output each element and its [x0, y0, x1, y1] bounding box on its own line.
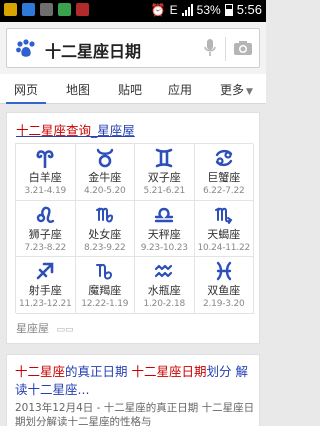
zodiac-grid: 白羊座 3.21-4.19 金牛座 4.20-5.20 双子座 5.21-6.2…	[15, 143, 254, 314]
result-2-snippet: 2013年12月4日 - 十二星座的真正日期 十二星座日期划分解读十二星座的性格…	[15, 402, 255, 426]
notification-icon	[4, 3, 17, 16]
result-title-link[interactable]: 十二星座查询_星座屋	[16, 120, 135, 139]
zodiac-cell-capricorn[interactable]: 魔羯座 12.22-1.19	[75, 257, 135, 314]
signal-icon	[181, 3, 193, 16]
zodiac-cell-aries[interactable]: 白羊座 3.21-4.19	[16, 144, 76, 201]
search-header: 十二星座日期	[0, 22, 266, 74]
capricorn-icon	[95, 264, 112, 280]
sign-dates: 2.19-3.20	[202, 299, 245, 310]
sign-dates: 11.23-12.21	[18, 299, 72, 310]
zodiac-result-card: 十二星座查询_星座屋 白羊座 3.21-4.19 金牛座 4.20-5.20 双…	[6, 112, 260, 344]
sign-dates: 10.24-11.22	[197, 242, 251, 253]
gemini-icon	[155, 148, 173, 168]
battery-icon	[224, 3, 233, 16]
notification-icon	[40, 3, 53, 16]
notification-icon	[22, 3, 35, 16]
network-type: E	[169, 2, 178, 17]
tab-more[interactable]: 更多 ▼	[220, 81, 253, 98]
zodiac-cell-scorpio[interactable]: 天蝎座 10.24-11.22	[194, 200, 254, 258]
zodiac-cell-aquarius[interactable]: 水瓶座 1.20-2.18	[135, 257, 195, 314]
search-result-2: 十二星座的真正日期 十二星座日期划分 解读十二星座... 2013年12月4日 …	[6, 354, 260, 426]
search-tabs: 网页 地图 贴吧 应用 更多 ▼	[0, 74, 266, 104]
search-input[interactable]: 十二星座日期	[6, 28, 260, 68]
sign-dates: 3.21-4.19	[24, 186, 67, 196]
sign-dates: 8.23-9.22	[83, 242, 126, 253]
source-label: 星座屋	[16, 322, 49, 335]
zodiac-cell-gemini[interactable]: 双子座 5.21-6.21	[135, 144, 195, 201]
tab-web[interactable]: 网页	[14, 81, 38, 98]
tab-tieba[interactable]: 贴吧	[118, 81, 142, 98]
notification-icon	[76, 3, 89, 16]
zodiac-cell-libra[interactable]: 天秤座 9.23-10.23	[135, 200, 195, 258]
microphone-icon[interactable]	[203, 38, 217, 58]
sign-name: 魔羯座	[88, 284, 122, 298]
sign-dates: 4.20-5.20	[83, 186, 126, 196]
sign-name: 射手座	[28, 284, 62, 298]
sign-name: 金牛座	[88, 171, 122, 184]
sign-dates: 7.23-8.22	[24, 242, 67, 253]
cancer-icon	[215, 149, 232, 167]
aquarius-icon	[155, 265, 173, 278]
battery-percent: 53%	[196, 2, 221, 17]
camera-icon[interactable]	[233, 40, 253, 56]
title-highlight: 十二星座查询	[16, 123, 92, 138]
sign-dates: 6.22-7.22	[202, 186, 245, 196]
sign-dates: 5.21-6.21	[143, 186, 186, 196]
result-source: 星座屋 ▭▭	[16, 320, 74, 336]
mobile-friendly-icon: ▭▭	[56, 325, 74, 335]
leo-icon	[37, 206, 55, 223]
zodiac-cell-leo[interactable]: 狮子座 7.23-8.22	[16, 200, 76, 258]
sign-name: 巨蟹座	[207, 171, 241, 184]
divider	[225, 37, 226, 61]
libra-icon	[155, 207, 174, 222]
sagittarius-icon	[36, 262, 54, 280]
sign-name: 双子座	[147, 171, 181, 184]
tab-map[interactable]: 地图	[66, 81, 90, 98]
search-query[interactable]: 十二星座日期	[45, 38, 141, 62]
virgo-icon	[95, 206, 113, 223]
sign-dates: 9.23-10.23	[140, 242, 188, 253]
notification-icon	[58, 3, 71, 16]
zodiac-cell-taurus[interactable]: 金牛座 4.20-5.20	[75, 144, 135, 201]
result-2-title-link[interactable]: 十二星座的真正日期 十二星座日期划分 解读十二星座...	[15, 363, 255, 399]
taurus-icon	[96, 148, 113, 168]
title-part: 十二星座日期	[131, 364, 207, 379]
sign-name: 天秤座	[147, 227, 181, 241]
zodiac-cell-sagittarius[interactable]: 射手座 11.23-12.21	[16, 257, 76, 314]
sign-name: 双鱼座	[207, 284, 241, 298]
status-bar: ⏰ E 53% 5:56	[0, 0, 266, 22]
sign-name: 水瓶座	[147, 284, 181, 298]
zodiac-cell-pisces[interactable]: 双鱼座 2.19-3.20	[194, 257, 254, 314]
scorpio-icon	[214, 206, 233, 224]
sign-name: 处女座	[88, 227, 122, 241]
alarm-icon: ⏰	[150, 2, 166, 17]
tab-more-label: 更多	[220, 83, 245, 97]
baidu-paw-icon[interactable]	[15, 39, 37, 59]
zodiac-cell-virgo[interactable]: 处女座 8.23-9.22	[75, 200, 135, 258]
clock: 5:56	[236, 2, 262, 17]
pisces-icon	[216, 261, 231, 281]
zodiac-cell-cancer[interactable]: 巨蟹座 6.22-7.22	[194, 144, 254, 201]
sign-name: 天蝎座	[207, 227, 241, 241]
chevron-down-icon: ▼	[246, 87, 253, 97]
title-rest: _星座屋	[91, 123, 135, 138]
sign-dates: 12.22-1.19	[81, 299, 129, 310]
title-part: 十二星座	[15, 364, 66, 379]
tab-apps[interactable]: 应用	[168, 81, 192, 98]
sign-name: 狮子座	[28, 227, 62, 241]
active-tab-indicator	[6, 102, 46, 104]
sign-dates: 1.20-2.18	[143, 299, 186, 310]
title-part: 的真正日期	[65, 364, 132, 379]
sign-name: 白羊座	[28, 171, 62, 184]
aries-icon	[36, 150, 54, 168]
